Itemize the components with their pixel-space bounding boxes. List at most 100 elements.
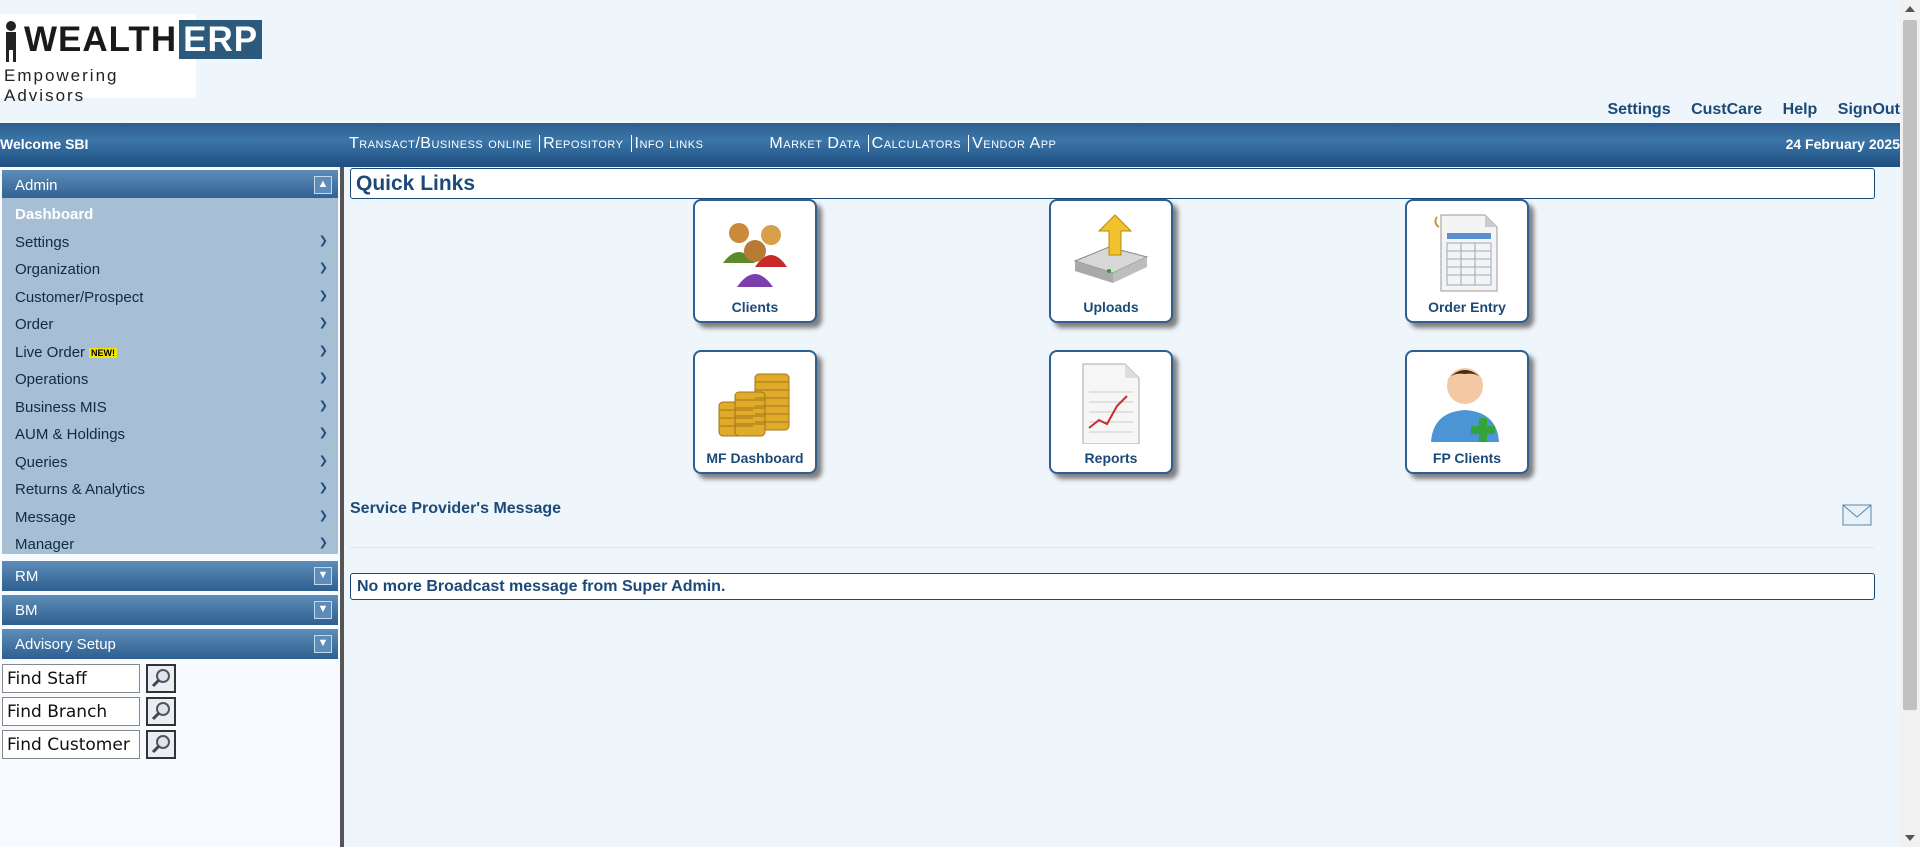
top-menu: Transact/Business online Repository Info l… — [346, 135, 1060, 153]
menu-transact[interactable]: Transact/Business online — [346, 135, 535, 152]
sidebar-item-message[interactable]: Message ❯ — [15, 509, 328, 526]
main-navbar: Welcome SBI Transact/Business online Repo… — [0, 123, 1900, 167]
order-entry-tile[interactable]: Order Entry — [1405, 199, 1529, 323]
custcare-link[interactable]: CustCare — [1691, 101, 1762, 118]
sidebar-item-returns-analytics[interactable]: Returns & Analytics ❯ — [15, 481, 328, 498]
sidebar-item-label: Dashboard — [15, 206, 94, 223]
bm-panel-header[interactable]: BM ▼ — [2, 595, 338, 625]
expand-icon[interactable]: ▼ — [314, 635, 332, 653]
collapse-icon[interactable]: ▲ — [314, 176, 332, 194]
sidebar-item-label: Business MIS — [15, 399, 107, 416]
scrollbar-thumb[interactable] — [1903, 20, 1917, 710]
sidebar-item-label: Message — [15, 509, 76, 526]
welcome-text: Welcome SBI — [0, 136, 89, 152]
sidebar: Admin ▲ Dashboard Settings ❯ Organization… — [0, 167, 344, 847]
settings-link[interactable]: Settings — [1607, 101, 1670, 118]
tile-label: Clients — [731, 299, 779, 315]
chevron-down-icon: ❯ — [318, 455, 328, 467]
sidebar-item-organization[interactable]: Organization ❯ — [15, 261, 328, 278]
new-badge: NEW! — [89, 348, 118, 359]
envelope-icon[interactable] — [1842, 503, 1872, 527]
sidebar-item-order[interactable]: Order ❯ — [15, 316, 328, 333]
vertical-scrollbar[interactable] — [1900, 0, 1920, 847]
tile-label: MF Dashboard — [706, 450, 804, 466]
chevron-down-icon: ❯ — [318, 317, 328, 329]
menu-market-data[interactable]: Market Data — [766, 135, 863, 152]
logo-figure-icon — [6, 21, 16, 62]
tile-label: Reports — [1084, 450, 1138, 466]
chevron-down-icon: ❯ — [318, 345, 328, 357]
admin-panel-title: Admin — [15, 177, 58, 194]
chevron-down-icon: ❯ — [318, 400, 328, 412]
quick-links-title: Quick Links — [350, 168, 1875, 199]
broadcast-message: No more Broadcast message from Super Adm… — [350, 573, 1875, 600]
magnifier-icon — [151, 702, 170, 721]
divider — [350, 547, 1874, 548]
logo-brand-left: WEALTH — [24, 20, 178, 59]
scroll-up-arrow-icon[interactable] — [1905, 6, 1915, 12]
main-content: Quick Links Clients Uploads Order Entry … — [348, 167, 1875, 847]
find-staff-search-button[interactable] — [146, 664, 176, 693]
sidebar-item-live-order[interactable]: Live Order NEW! ❯ — [15, 344, 328, 361]
sidebar-item-queries[interactable]: Queries ❯ — [15, 454, 328, 471]
people-group-icon — [723, 223, 787, 287]
sidebar-item-label: Organization — [15, 261, 101, 278]
sidebar-item-label: Live Order — [15, 344, 86, 361]
sidebar-item-label: Order — [15, 316, 54, 333]
rm-panel-header[interactable]: RM ▼ — [2, 561, 338, 591]
sidebar-item-label: Queries — [15, 454, 68, 471]
sidebar-item-label: Customer/Prospect — [15, 289, 144, 306]
menu-repository[interactable]: Repository — [539, 135, 627, 152]
find-customer-input[interactable] — [2, 730, 140, 759]
expand-icon[interactable]: ▼ — [314, 601, 332, 619]
report-chart-icon — [1082, 363, 1140, 444]
form-sheet-icon — [1434, 214, 1498, 292]
menu-calculators[interactable]: Calculators — [867, 135, 965, 152]
expand-icon[interactable]: ▼ — [314, 567, 332, 585]
advisory-setup-panel-header[interactable]: Advisory Setup ▼ — [2, 629, 338, 659]
chevron-down-icon: ❯ — [318, 427, 328, 439]
sidebar-item-customer-prospect[interactable]: Customer/Prospect ❯ — [15, 289, 328, 306]
signout-link[interactable]: SignOut — [1838, 101, 1900, 118]
sidebar-item-dashboard[interactable]: Dashboard — [15, 206, 328, 223]
sidebar-item-operations[interactable]: Operations ❯ — [15, 371, 328, 388]
chevron-down-icon: ❯ — [318, 235, 328, 247]
help-link[interactable]: Help — [1783, 101, 1818, 118]
sidebar-item-label: Returns & Analytics — [15, 481, 146, 498]
sidebar-item-label: Manager — [15, 536, 75, 553]
sidebar-item-label: Operations — [15, 371, 89, 388]
admin-menu-list: Dashboard Settings ❯ Organization ❯ Custom… — [2, 198, 338, 554]
reports-tile[interactable]: Reports — [1049, 350, 1173, 474]
find-branch-search-button[interactable] — [146, 697, 176, 726]
chevron-down-icon: ❯ — [318, 537, 328, 549]
menu-info-links[interactable]: Info links — [630, 135, 707, 152]
admin-panel-header[interactable]: Admin ▲ — [2, 170, 338, 200]
fp-clients-tile[interactable]: FP Clients — [1405, 350, 1529, 474]
sidebar-item-label: Settings — [15, 234, 70, 251]
find-branch-input[interactable] — [2, 697, 140, 726]
mf-dashboard-tile[interactable]: MF Dashboard — [693, 350, 817, 474]
chevron-down-icon: ❯ — [318, 482, 328, 494]
sidebar-item-business-mis[interactable]: Business MIS ❯ — [15, 399, 328, 416]
tile-label: Uploads — [1083, 299, 1139, 315]
uploads-tile[interactable]: Uploads — [1049, 199, 1173, 323]
upload-drive-icon — [1073, 214, 1149, 283]
sidebar-item-aum-holdings[interactable]: AUM & Holdings ❯ — [15, 426, 328, 443]
magnifier-icon — [151, 669, 170, 688]
find-staff-input[interactable] — [2, 664, 140, 693]
menu-vendor-app[interactable]: Vendor App — [968, 135, 1060, 152]
clients-tile[interactable]: Clients — [693, 199, 817, 323]
find-customer-search-button[interactable] — [146, 730, 176, 759]
sidebar-item-manager[interactable]: Manager ❯ — [15, 536, 328, 553]
scroll-down-arrow-icon[interactable] — [1905, 835, 1915, 841]
chevron-down-icon: ❯ — [318, 262, 328, 274]
tile-label: FP Clients — [1432, 450, 1502, 466]
sidebar-item-label: AUM & Holdings — [15, 426, 126, 443]
add-person-icon — [1431, 368, 1499, 442]
chevron-down-icon: ❯ — [318, 372, 328, 384]
logo-brand-right: ERP — [179, 20, 263, 59]
sidebar-item-settings[interactable]: Settings ❯ — [15, 234, 328, 251]
company-logo: WEALTH ERP Empowering Advisors — [0, 14, 263, 105]
magnifier-icon — [151, 735, 170, 754]
service-provider-message-heading: Service Provider's Message — [350, 500, 562, 517]
